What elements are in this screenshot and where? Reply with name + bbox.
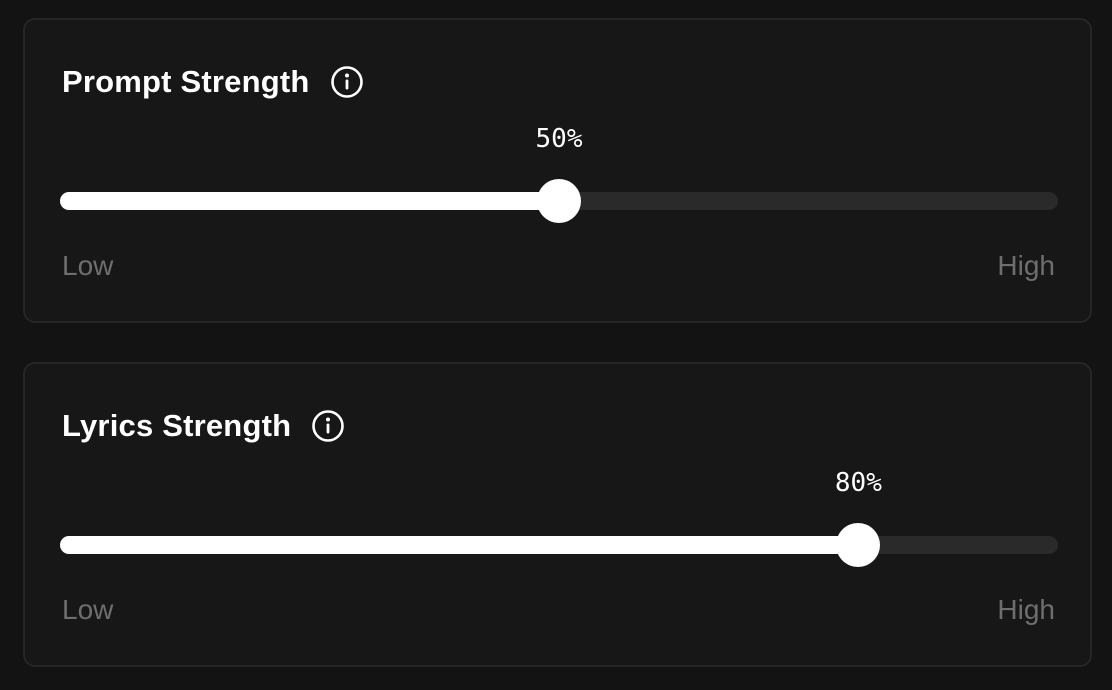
prompt-strength-title: Prompt Strength — [62, 64, 310, 99]
lyrics-strength-title: Lyrics Strength — [62, 408, 292, 443]
prompt-strength-value: 50% — [535, 124, 583, 154]
info-icon[interactable] — [311, 409, 345, 443]
lyrics-strength-header: Lyrics Strength — [62, 404, 345, 448]
lyrics-strength-low-label: Low — [62, 594, 114, 625]
lyrics-strength-slider-fill — [60, 536, 859, 554]
prompt-strength-slider-fill — [60, 192, 559, 210]
prompt-strength-header: Prompt Strength — [62, 60, 364, 104]
prompt-strength-slider-thumb[interactable] — [537, 179, 581, 223]
lyrics-strength-value: 80% — [834, 468, 882, 498]
lyrics-strength-panel: Lyrics Strength 80% Low High — [23, 362, 1092, 667]
lyrics-strength-slider-track[interactable] — [60, 523, 1058, 567]
lyrics-strength-high-label: High — [997, 594, 1055, 625]
prompt-strength-high-label: High — [997, 250, 1055, 281]
lyrics-strength-slider-thumb[interactable] — [836, 523, 881, 567]
prompt-strength-low-label: Low — [62, 250, 114, 281]
prompt-strength-panel: Prompt Strength 50% Low High — [23, 18, 1092, 323]
prompt-strength-slider-track[interactable] — [60, 179, 1058, 223]
info-icon[interactable] — [330, 65, 364, 99]
